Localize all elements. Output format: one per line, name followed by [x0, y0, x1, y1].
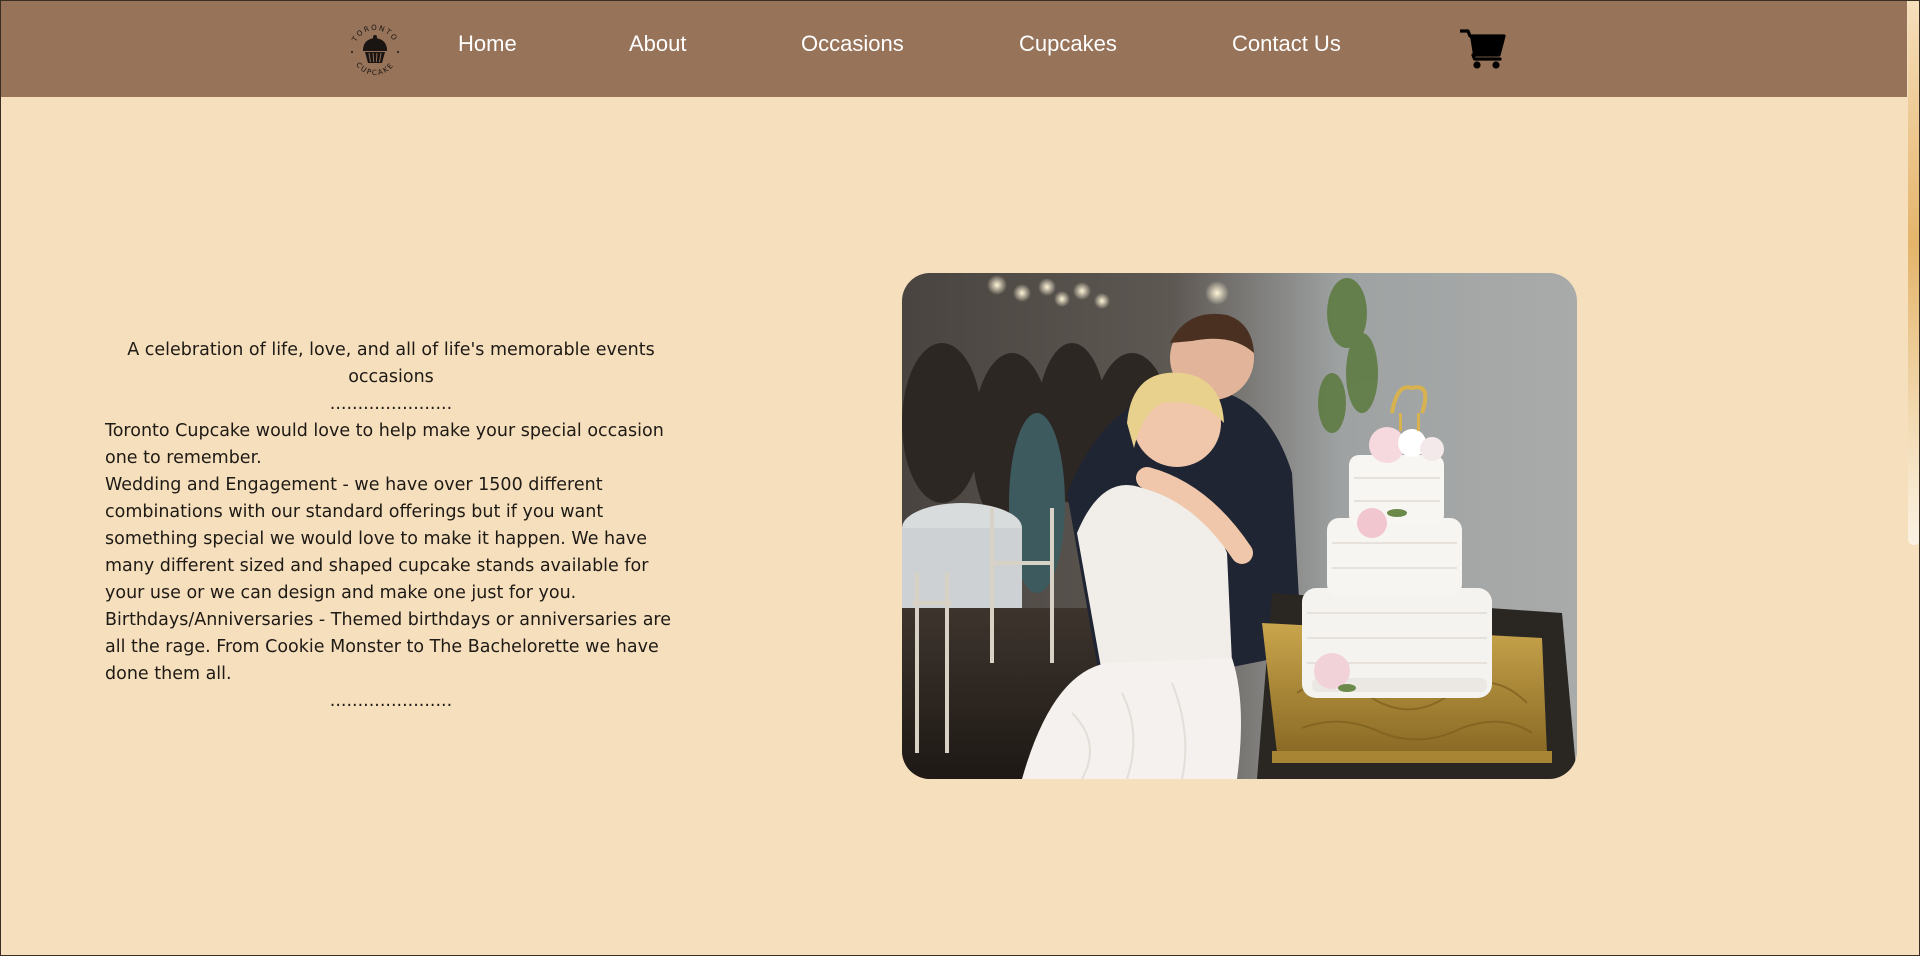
cupcake-icon: [363, 35, 387, 63]
shopping-cart-icon[interactable]: [1460, 28, 1506, 70]
occasions-heading: A celebration of life, love, and all of …: [127, 340, 655, 360]
nav-link-cupcakes[interactable]: Cupcakes: [1019, 31, 1117, 57]
wedding-paragraph: Wedding and Engagement - we have over 15…: [105, 475, 649, 603]
wedding-couple-cutting-cake-image: [902, 273, 1577, 779]
top-navbar: TORONTO CUPCAKE Home About Occasions Cup…: [0, 0, 1907, 97]
nav-link-occasions[interactable]: Occasions: [801, 31, 904, 57]
dotted-divider-bottom: ......................: [329, 691, 453, 711]
birthdays-paragraph: Birthdays/Anniversaries - Themed birthda…: [105, 610, 671, 684]
dotted-divider-top: ......................: [329, 394, 453, 414]
nav-link-contact-us[interactable]: Contact Us: [1232, 31, 1341, 57]
occasions-subheading: occasions: [348, 367, 434, 387]
nav-link-about[interactable]: About: [629, 31, 687, 57]
intro-paragraph: Toronto Cupcake would love to help make …: [105, 421, 664, 468]
nav-link-home[interactable]: Home: [458, 31, 517, 57]
scrollbar-thumb[interactable]: [1908, 0, 1920, 545]
toronto-cupcake-logo[interactable]: TORONTO CUPCAKE: [346, 22, 404, 80]
wedding-cake-photo: [902, 273, 1577, 779]
occasions-text-block: A celebration of life, love, and all of …: [105, 337, 677, 715]
